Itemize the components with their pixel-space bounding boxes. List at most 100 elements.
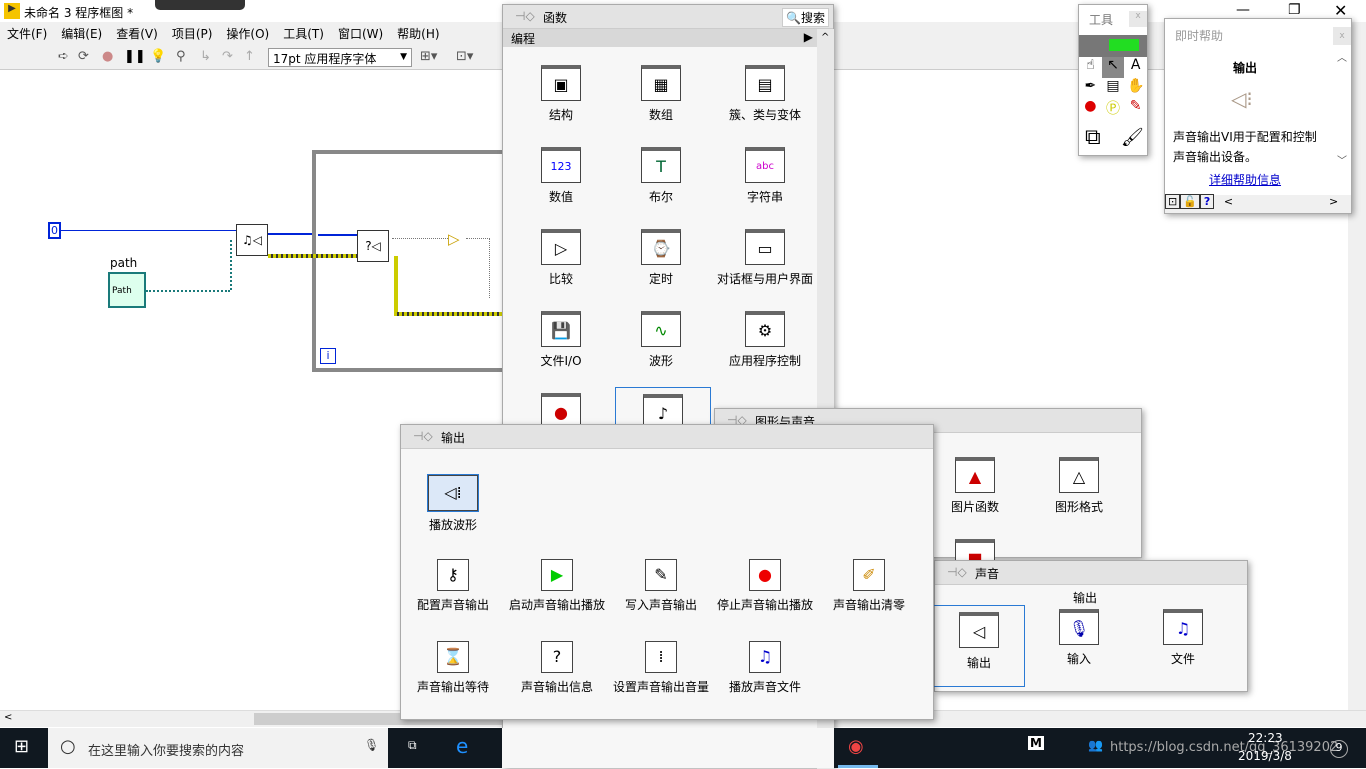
close-icon[interactable]: x xyxy=(1129,11,1147,27)
waveform-icon: ∿ xyxy=(641,311,681,347)
run-icon[interactable]: ➪ xyxy=(58,49,69,64)
menu-project[interactable]: 项目(P) xyxy=(165,22,220,45)
menu-help[interactable]: 帮助(H) xyxy=(390,22,446,45)
menu-file[interactable]: 文件(F) xyxy=(0,22,54,45)
help-description: 声音输出VI用于配置和控制声音输出设备。 xyxy=(1173,130,1317,164)
highlight-execution-icon[interactable]: 💡 xyxy=(150,49,166,64)
string-icon: abc xyxy=(745,147,785,183)
lock-icon[interactable]: 🔓 xyxy=(1180,194,1200,209)
step-over-icon[interactable]: ↷ xyxy=(222,49,233,64)
step-out-icon[interactable]: ↑ xyxy=(244,49,255,64)
search-button[interactable]: 🔍搜索 xyxy=(782,8,829,27)
scroll-right-icon[interactable]: > xyxy=(1329,195,1338,208)
text-tool-icon[interactable]: A xyxy=(1124,57,1147,78)
palette-item-output-wait[interactable]: ⌛ 声音输出等待 xyxy=(403,641,503,695)
abort-icon[interactable]: ● xyxy=(102,49,113,64)
color-copy-tool-icon[interactable]: ✎ xyxy=(1124,98,1147,123)
menu-tools[interactable]: 工具(T) xyxy=(276,22,331,45)
context-help-window: 即时帮助 x 输出 ◁⁝ 声音输出VI用于配置和控制声音输出设备。 详细帮助信息… xyxy=(1164,18,1352,214)
operate-tool-icon[interactable]: ☝ xyxy=(1079,57,1102,78)
align-objects-icon[interactable]: ⊞▾ xyxy=(420,49,437,64)
windows-start-icon[interactable]: ⊞ xyxy=(14,736,29,757)
menu-view[interactable]: 查看(V) xyxy=(109,22,165,45)
help-icon[interactable]: ? xyxy=(1199,194,1215,209)
palette-item-file[interactable]: ♫ 文件 xyxy=(1133,609,1233,667)
palette-item-play-sound-file[interactable]: ♫ 播放声音文件 xyxy=(715,641,815,695)
palette-item-config-output[interactable]: ⚷ 配置声音输出 xyxy=(403,559,503,613)
menu-window[interactable]: 窗口(W) xyxy=(331,22,390,45)
menu-operate[interactable]: 操作(O) xyxy=(219,22,276,45)
show-optional-terminals-icon[interactable]: ⊡ xyxy=(1165,194,1181,209)
palette-item-timing[interactable]: ⌚ 定时 xyxy=(611,229,711,287)
app-m-icon[interactable]: M xyxy=(1028,736,1044,750)
sound-output-info-node[interactable]: ?◁ xyxy=(357,230,389,262)
probe-tool-icon[interactable]: Ⓟ xyxy=(1102,98,1125,123)
palette-item-graphics-formats[interactable]: △ 图形格式 xyxy=(1029,457,1129,515)
item-label: 文件 xyxy=(1170,652,1195,666)
task-view-icon[interactable]: ⧉ xyxy=(408,738,417,753)
brush-icon[interactable]: 🖌 xyxy=(1121,127,1144,148)
palette-item-file-io[interactable]: 💾 文件I/O xyxy=(511,311,611,369)
palette-item-stop-output[interactable]: ● 停止声音输出播放 xyxy=(715,559,815,613)
palette-item-string[interactable]: abc 字符串 xyxy=(715,147,815,205)
help-vscroll[interactable]: ︿ ﹀ xyxy=(1337,49,1351,195)
palette-item-clear-output[interactable]: ✐ 声音输出清零 xyxy=(819,559,919,613)
menu-edit[interactable]: 编辑(E) xyxy=(54,22,109,45)
minimize-button[interactable]: — xyxy=(1236,2,1250,18)
scroll-left-icon[interactable]: < xyxy=(1224,195,1233,208)
palette-item-play-waveform[interactable]: ◁⁞ 播放波形 xyxy=(403,474,503,533)
palette-item-dialog[interactable]: ▭ 对话框与用户界面 xyxy=(715,229,815,287)
pause-icon[interactable]: ❚❚ xyxy=(124,49,146,64)
path-control[interactable]: Path xyxy=(108,272,146,308)
pin-icon[interactable]: ⊣◇ xyxy=(947,565,967,579)
palette-item-structures[interactable]: ▣ 结构 xyxy=(511,65,611,123)
pin-icon[interactable]: ⊣◇ xyxy=(413,429,433,443)
palette-item-boolean[interactable]: T 布尔 xyxy=(611,147,711,205)
loop-iteration-terminal: i xyxy=(320,348,336,364)
output-palette: ⊣◇ 输出 ◁⁞ 播放波形 ⚷ 配置声音输出 ▶ 启动声音输出播放 ✎ 写入声音输出 ● 停… xyxy=(400,424,934,720)
font-select[interactable]: 17pt 应用程序字体 ▼ xyxy=(268,48,412,67)
edge-icon[interactable]: e xyxy=(456,734,468,758)
scroll-tool-icon[interactable]: ✋ xyxy=(1124,78,1147,99)
clock-time[interactable]: 22:23 xyxy=(1248,731,1283,745)
compare-node[interactable]: ▷ xyxy=(448,230,466,248)
auto-tool-toggle[interactable] xyxy=(1079,35,1147,57)
palette-item-waveform[interactable]: ∿ 波形 xyxy=(611,311,711,369)
pin-icon[interactable]: ⊣◇ xyxy=(515,9,535,23)
shortcut-menu-tool-icon[interactable]: ▤ xyxy=(1102,78,1125,99)
run-continuously-icon[interactable]: ⟳ xyxy=(78,49,89,64)
microphone-icon[interactable]: 🎙 xyxy=(364,738,379,752)
palette-item-comparison[interactable]: ▷ 比较 xyxy=(511,229,611,287)
palette-item-set-volume[interactable]: ⁞ 设置声音输出音量 xyxy=(611,641,711,695)
picture-functions-icon: ▲ xyxy=(955,457,995,493)
retain-wire-values-icon[interactable]: ⚲ xyxy=(176,49,186,64)
wiring-tool-icon[interactable]: ✒ xyxy=(1079,78,1102,99)
notification-center-badge[interactable]: 9 xyxy=(1330,740,1348,758)
distribute-objects-icon[interactable]: ⊡▾ xyxy=(456,49,473,64)
palette-item-start-output[interactable]: ▶ 启动声音输出播放 xyxy=(507,559,607,613)
breakpoint-tool-icon[interactable]: ● xyxy=(1079,98,1102,123)
palette-item-app-control[interactable]: ⚙ 应用程序控制 xyxy=(715,311,815,369)
category-bar[interactable]: 编程 ▶ xyxy=(503,29,833,47)
step-into-icon[interactable]: ↳ xyxy=(200,49,211,64)
position-tool-icon[interactable]: ↖ xyxy=(1101,57,1125,78)
palette-item-picture-functions[interactable]: ▲ 图片函数 xyxy=(925,457,1025,515)
play-sound-file-node[interactable]: ♫◁ xyxy=(236,224,268,256)
maximize-button[interactable]: ❐ xyxy=(1288,2,1301,18)
taskbar-search-box[interactable]: ○ 在这里输入你要搜索的内容 🎙 xyxy=(48,728,388,768)
palette-item-array[interactable]: ▦ 数组 xyxy=(611,65,711,123)
clock-date[interactable]: 2019/3/8 xyxy=(1238,749,1292,763)
numeric-constant[interactable]: 0 xyxy=(48,222,61,239)
palette-item-write-output[interactable]: ✎ 写入声音输出 xyxy=(611,559,711,613)
palette-item-cluster[interactable]: ▤ 簇、类与变体 xyxy=(715,65,815,123)
palette-item-numeric[interactable]: 123 数值 xyxy=(511,147,611,205)
palette-item-output-info[interactable]: ? 声音输出信息 xyxy=(507,641,607,695)
palette-item-input[interactable]: 🎙 输入 xyxy=(1029,609,1129,667)
detailed-help-link[interactable]: 详细帮助信息 xyxy=(1209,171,1281,188)
chrome-icon[interactable]: ◉ xyxy=(848,736,864,757)
color-tool-icon[interactable]: ⧉ xyxy=(1085,125,1101,150)
palette-title: 函数 xyxy=(543,11,568,25)
palette-item-output[interactable]: ◁ 输出 xyxy=(933,605,1025,687)
close-icon[interactable]: x xyxy=(1333,27,1351,45)
people-icon[interactable]: 👥 xyxy=(1088,738,1103,752)
